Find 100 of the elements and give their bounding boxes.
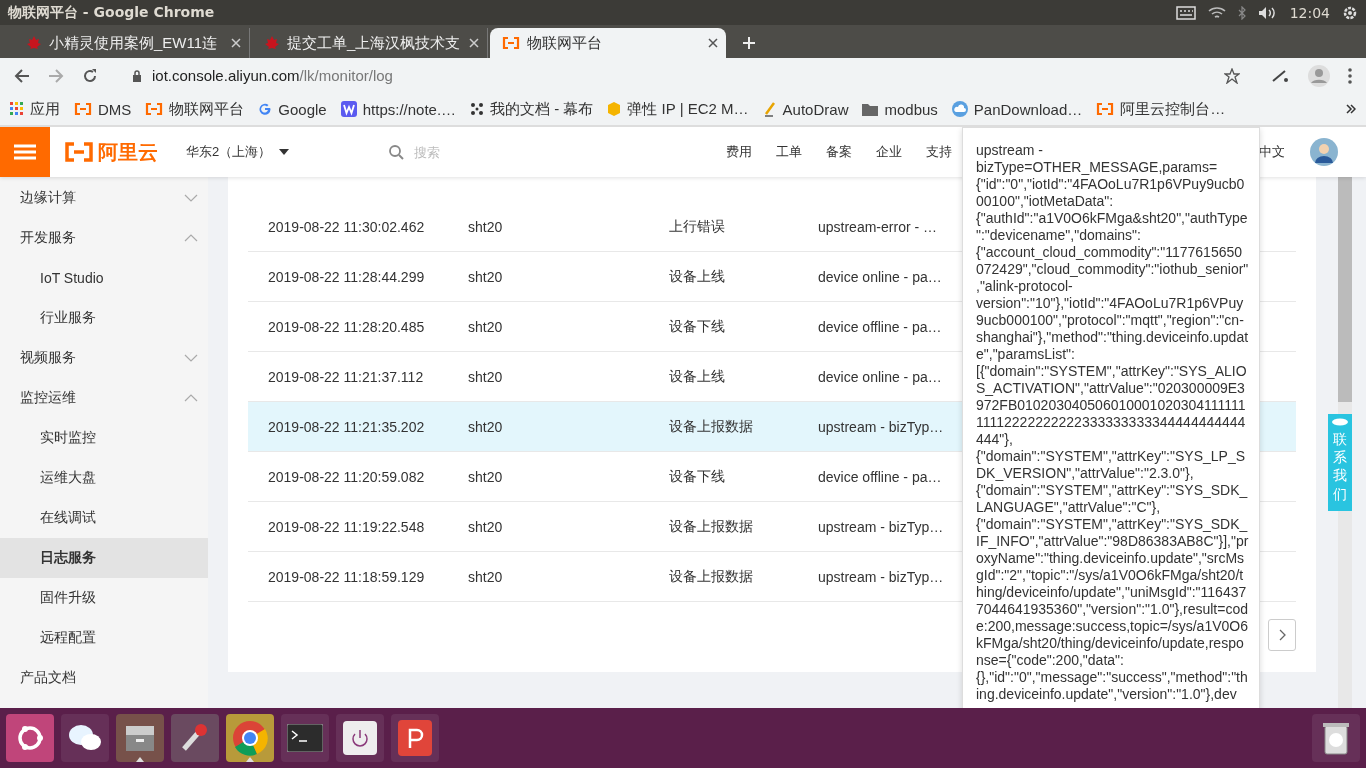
keyboard-icon[interactable] <box>1175 5 1196 20</box>
volume-icon[interactable] <box>1257 5 1278 20</box>
pencil-icon <box>762 101 777 117</box>
sidebar-subitem[interactable]: 日志服务 <box>0 538 208 578</box>
bookmark-star-icon[interactable] <box>1224 67 1240 84</box>
time-cell-text: 2019-08-22 11:28:20.485 <box>267 318 426 335</box>
nav-link[interactable]: 备案 <box>826 143 853 161</box>
bookmark[interactable]: 弹性 IP | EC2 M… <box>607 99 749 119</box>
time-cell-text: 2019-08-22 11:28:44.299 <box>267 268 426 285</box>
chevron-up-icon <box>184 394 198 402</box>
sidebar-subitem[interactable]: 固件升级 <box>0 578 208 618</box>
g-logo-icon <box>258 102 273 116</box>
scrollbar-thumb[interactable] <box>1338 177 1352 402</box>
app-launcher-icon[interactable] <box>116 714 164 762</box>
bookmark[interactable]: 阿里云控制台… <box>1096 99 1226 119</box>
device-cell-text: sht20 <box>468 568 504 585</box>
bookmark[interactable]: modbus <box>862 100 938 118</box>
w-logo-icon <box>340 101 357 117</box>
new-tab-icon[interactable] <box>742 36 756 50</box>
chevron-right-icon <box>1278 629 1286 641</box>
chevron-up-icon <box>184 234 198 242</box>
sidebar-item[interactable]: 开发服务 <box>0 218 208 258</box>
nav-link[interactable]: 费用 <box>726 143 753 161</box>
browser-tab[interactable]: 物联网平台 <box>490 28 726 58</box>
sidebar-item[interactable]: 监控运维 <box>0 378 208 418</box>
bracket-logo-icon <box>1096 103 1115 115</box>
type-cell-text: 设备上报数据 <box>669 567 754 586</box>
reload-icon[interactable] <box>82 67 98 84</box>
type-cell-text: 设备下线 <box>669 467 726 486</box>
nav-link[interactable]: 工单 <box>776 143 803 161</box>
chevron-down-icon <box>184 194 198 202</box>
content-cell[interactable]: device offline - pa… <box>818 318 942 335</box>
bracket-logo-icon <box>64 142 94 162</box>
close-icon[interactable] <box>708 38 718 48</box>
type-cell-text: 设备上报数据 <box>669 517 754 536</box>
bracket-logo-icon <box>145 103 164 115</box>
bookmark[interactable]: PanDownload… <box>951 100 1083 118</box>
bookmark[interactable]: 应用 <box>10 99 60 119</box>
menu-button[interactable] <box>0 127 50 177</box>
chevron-down-icon <box>184 354 198 362</box>
menu-icon <box>14 144 36 160</box>
type-cell-text: 设备下线 <box>669 317 726 336</box>
app-launcher-icon[interactable] <box>336 714 384 762</box>
nav-link[interactable]: 企业 <box>876 143 903 161</box>
chat-bubble-icon <box>1331 418 1349 426</box>
region-dropdown[interactable]: 华东2（上海） <box>186 143 290 161</box>
type-cell-text: 设备上报数据 <box>669 417 754 436</box>
content-cell[interactable]: device online - pa… <box>818 268 942 285</box>
search-icon <box>389 144 405 160</box>
time-cell-text: 2019-08-22 11:19:22.548 <box>267 518 426 535</box>
app-launcher-icon[interactable] <box>61 714 109 762</box>
wifi-icon[interactable] <box>1207 5 1226 20</box>
device-cell-text: sht20 <box>468 418 504 435</box>
sidebar-subitem[interactable]: 运维大盘 <box>0 458 208 498</box>
nav-link[interactable]: 支持 <box>926 143 953 161</box>
content-cell[interactable]: upstream - bizTyp… <box>818 568 944 585</box>
sidebar-item[interactable]: 视频服务 <box>0 338 208 378</box>
bookmark[interactable]: https://note.… <box>340 100 457 118</box>
app-launcher-icon[interactable] <box>6 714 54 762</box>
type-cell-text: 设备上线 <box>669 367 726 386</box>
bookmark[interactable]: DMS <box>74 100 132 118</box>
time-cell-text: 2019-08-22 11:30:02.462 <box>267 218 426 235</box>
sidebar-subitem[interactable]: IoT Studio <box>0 258 208 298</box>
content-cell[interactable]: upstream - bizTyp… <box>818 418 944 435</box>
language-link[interactable]: 中文 <box>1259 143 1285 161</box>
clock[interactable]: 12:04 <box>1289 4 1330 21</box>
device-cell-text: sht20 <box>468 468 504 485</box>
bookmark[interactable]: Google <box>258 100 327 118</box>
profile-avatar-icon[interactable] <box>1308 64 1330 87</box>
device-cell-text: sht20 <box>468 368 504 385</box>
bookmark[interactable]: AutoDraw <box>762 100 849 118</box>
back-icon[interactable] <box>14 67 30 84</box>
avatar-icon[interactable] <box>1310 138 1338 166</box>
sidebar-subitem[interactable]: 实时监控 <box>0 418 208 458</box>
app-launcher-icon[interactable] <box>171 714 219 762</box>
device-cell-text: sht20 <box>468 268 504 285</box>
sidebar-item[interactable]: 产品文档 <box>0 658 208 698</box>
bookmark[interactable]: 我的文档 - 幕布 <box>470 99 594 119</box>
content-cell[interactable]: upstream-error - … <box>818 218 938 235</box>
bookmark[interactable]: 物联网平台 <box>145 99 245 119</box>
content-cell[interactable]: device online - pa… <box>818 368 942 385</box>
menu-icon[interactable] <box>1348 67 1352 84</box>
sidebar-subitem[interactable]: 行业服务 <box>0 298 208 338</box>
folder-icon <box>862 102 879 116</box>
sidebar-subitem[interactable]: 远程配置 <box>0 618 208 658</box>
caret-icon <box>279 149 290 155</box>
bluetooth-icon[interactable] <box>1237 5 1246 20</box>
time-cell-text: 2019-08-22 11:21:35.202 <box>267 418 426 435</box>
sidebar-item[interactable]: 边缘计算 <box>0 178 208 218</box>
dots-logo-icon <box>470 102 485 116</box>
content-cell[interactable]: upstream - bizTyp… <box>818 518 944 535</box>
cloud-icon <box>951 101 968 117</box>
app-launcher-icon[interactable] <box>226 714 274 762</box>
bracket-logo-icon <box>74 103 92 115</box>
trash-icon[interactable] <box>1312 714 1360 762</box>
content-cell[interactable]: device offline - pa… <box>818 468 942 485</box>
device-cell-text: sht20 <box>468 518 504 535</box>
app-launcher-icon[interactable] <box>391 714 439 762</box>
sidebar-subitem[interactable]: 在线调试 <box>0 498 208 538</box>
more-bookmarks-icon[interactable] <box>1346 104 1356 114</box>
